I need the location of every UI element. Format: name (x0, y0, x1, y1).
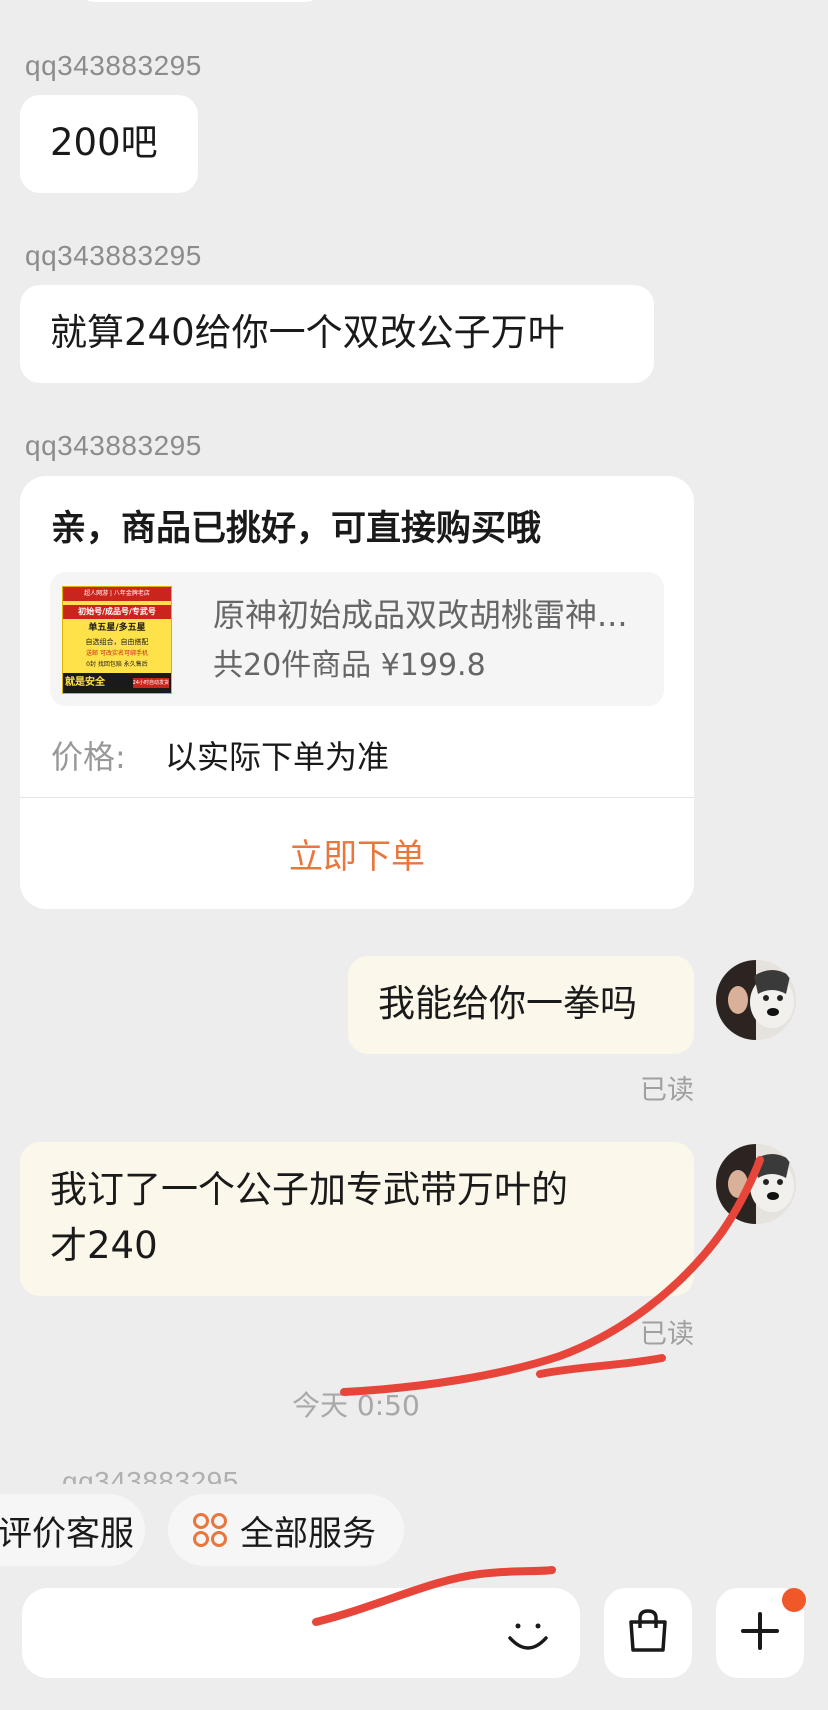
sender-name: qq343883295 (25, 430, 202, 461)
read-status: 已读 (640, 1075, 694, 1106)
message-line: 才240 (50, 1224, 158, 1267)
product-card[interactable]: 亲，商品已挑好，可直接购买哦 超人网游 | 八年金牌老店 初始号/成品号/专武号… (20, 476, 694, 909)
chip-label: 全部服务 (240, 1513, 376, 1554)
product-row[interactable]: 超人网游 | 八年金牌老店 初始号/成品号/专武号 单五星/多五星 自选组合，自… (50, 572, 664, 706)
avatar[interactable] (716, 1144, 796, 1224)
previous-message-bubble-edge (80, 0, 320, 2)
message-input[interactable] (22, 1588, 580, 1678)
avatar[interactable] (716, 960, 796, 1040)
sender-name: qq343883295 (25, 240, 202, 271)
card-title: 亲，商品已挑好，可直接购买哦 (51, 509, 542, 549)
shopping-bag-icon (623, 1606, 673, 1660)
notification-badge (782, 1588, 806, 1612)
timestamp: 今天 0:50 (292, 1389, 420, 1422)
my-message-bubble[interactable]: 我能给你一拳吗 (348, 956, 694, 1054)
smile-icon[interactable] (500, 1606, 556, 1662)
message-bubble[interactable]: 就算240给你一个双改公子万叶 (20, 285, 654, 383)
product-meta: 共20件商品 ¥199.8 (213, 648, 486, 683)
plus-icon (735, 1606, 785, 1660)
message-bubble[interactable]: 200吧 (20, 95, 198, 193)
product-name: 原神初始成品双改胡桃雷神... (213, 596, 628, 634)
all-services-chip[interactable]: 全部服务 (168, 1494, 404, 1566)
sender-name-partial: qq343883295 (62, 1466, 239, 1484)
message-line: 我订了一个公子加专武带万叶的 (50, 1168, 568, 1211)
grid-icon (192, 1512, 228, 1548)
rate-service-chip[interactable]: 评价客服 (0, 1494, 145, 1566)
product-thumbnail: 超人网游 | 八年金牌老店 初始号/成品号/专武号 单五星/多五星 自选组合，自… (62, 586, 172, 694)
sender-name: qq343883295 (25, 50, 202, 81)
my-message-bubble[interactable]: 我订了一个公子加专武带万叶的 才240 (20, 1142, 694, 1296)
read-status: 已读 (640, 1319, 694, 1350)
price-label: 价格: (51, 738, 126, 776)
place-order-button[interactable]: 立即下单 (20, 798, 694, 909)
shopping-bag-button[interactable] (604, 1588, 692, 1678)
chip-label: 评价客服 (0, 1513, 134, 1554)
price-value: 以实际下单为准 (165, 738, 390, 776)
